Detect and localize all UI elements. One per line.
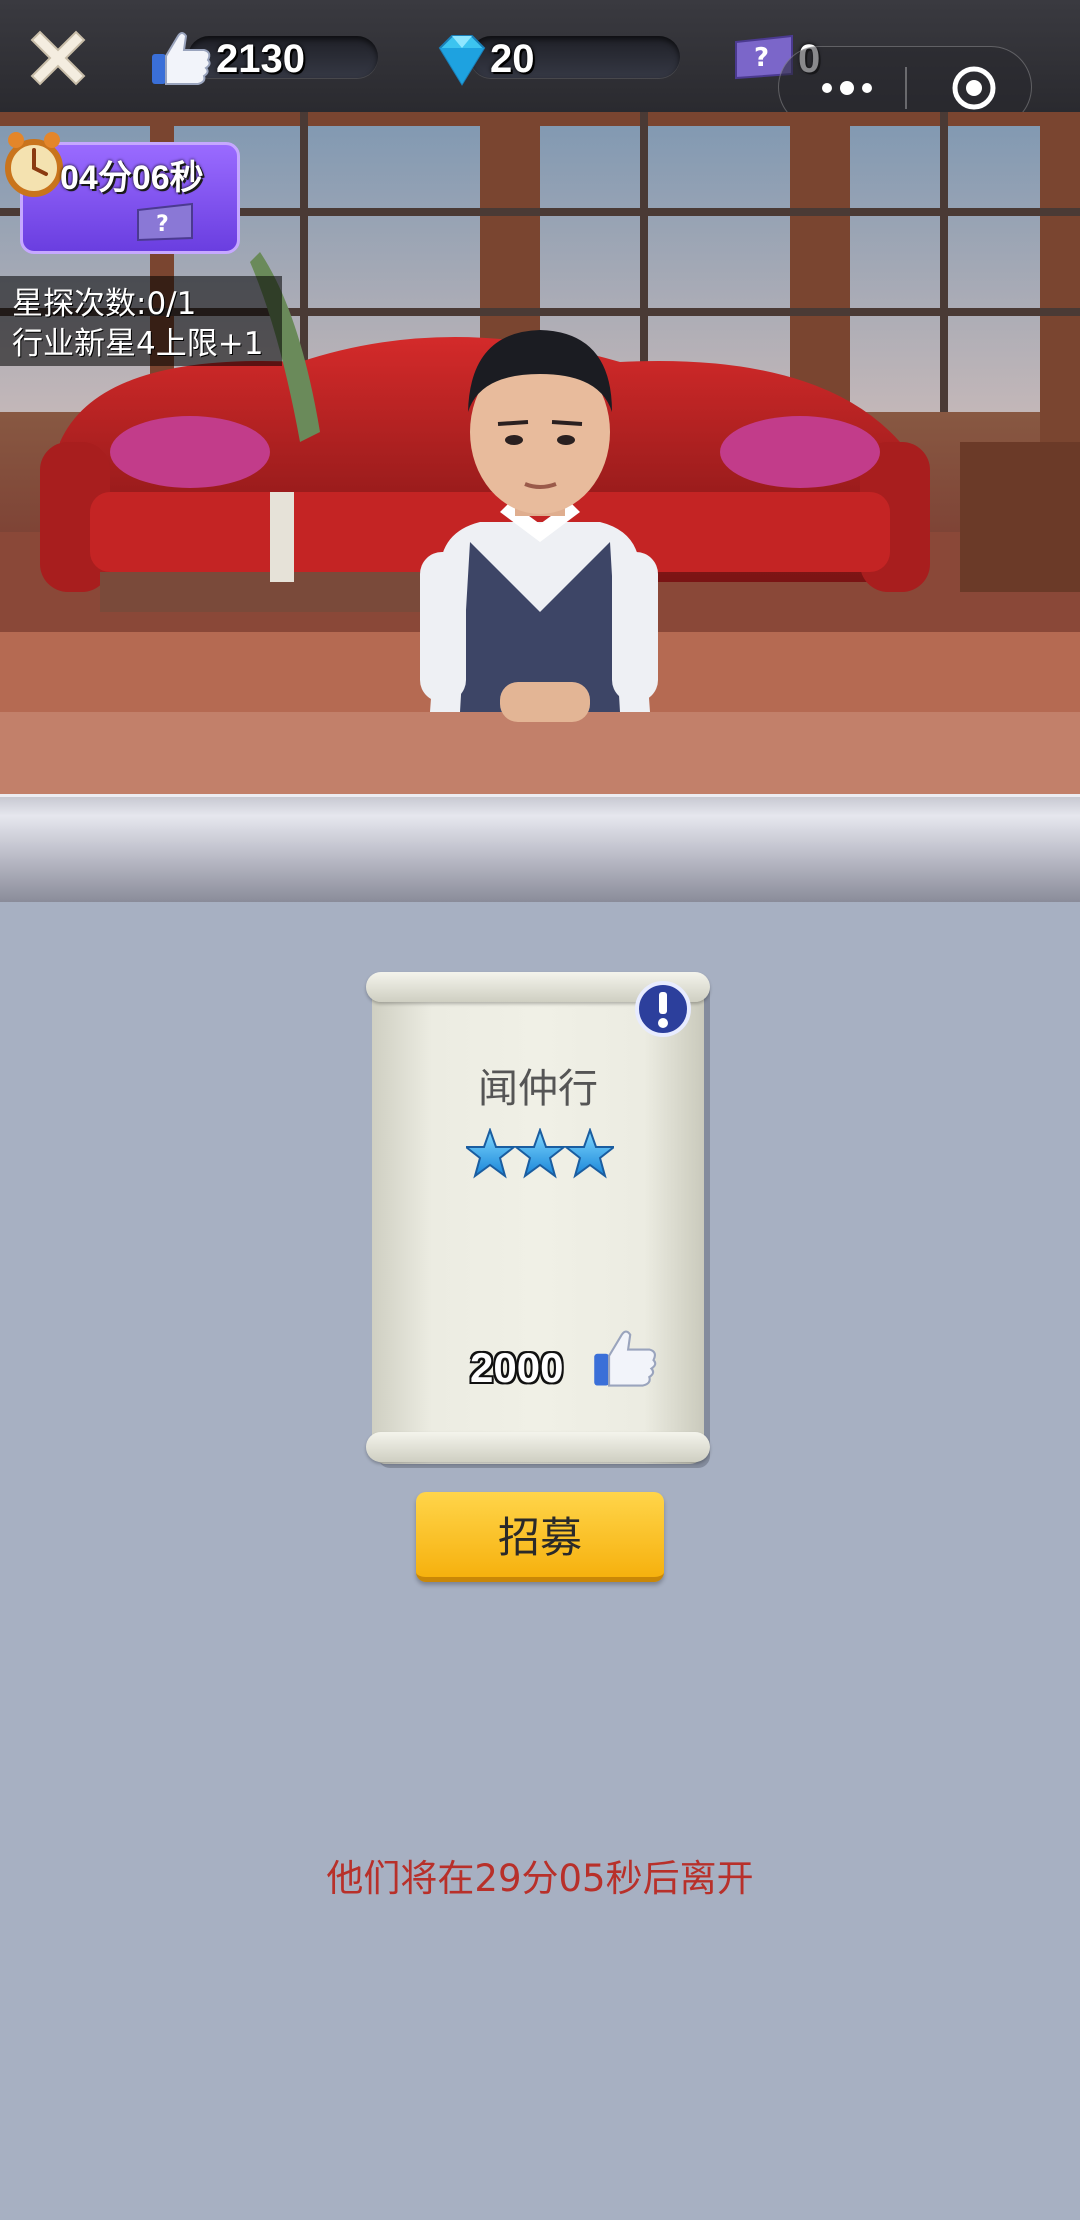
thumbs-up-icon [594,1330,657,1387]
alarm-clock-icon [5,132,63,197]
info-icon[interactable] [634,980,692,1038]
likes-value: 2130 [216,37,305,81]
reception-counter [0,794,1080,902]
recruit-button-label: 招募 [497,1513,582,1562]
rating-stars [466,1128,614,1179]
event-timer-value: 04分06秒 [60,159,204,197]
candidate-name: 闻仲行 [478,1066,598,1112]
scroll-roll-bottom [366,1432,710,1462]
svg-text:?: ? [754,43,769,73]
close-icon[interactable] [22,22,94,94]
leave-countdown-notice: 他们将在29分05秒后离开 [326,1857,754,1900]
star-icon [563,1128,614,1179]
diamond-counter: 20 [430,30,686,86]
svg-text:?: ? [156,212,169,237]
diamond-value: 20 [490,37,535,81]
likes-counter: 2130 [148,30,398,85]
ticket-icon: ? [137,202,193,242]
star-icon [466,1128,517,1179]
recruit-cost: 2000 [470,1344,564,1391]
diamond-icon [438,35,486,86]
scout-count-label: 星探次数:0/1 [12,286,197,322]
star-icon [513,1128,567,1179]
resource-bar: 2130 20 ? 0 [0,0,1080,128]
rookie-bonus-label: 行业新星4上限+1 [12,326,264,362]
thumbs-up-icon [152,32,211,85]
more-icon[interactable] [819,73,875,103]
exit-target-icon[interactable] [949,63,999,113]
